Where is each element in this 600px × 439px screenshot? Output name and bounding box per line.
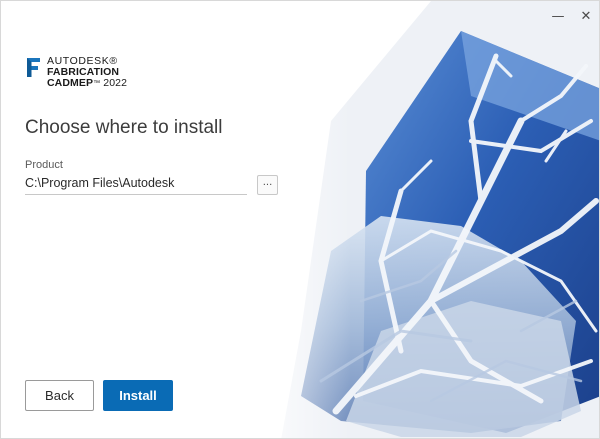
installer-window: — ✕ AUTODESK® FABRICATION CADMEP™ 2022 C… bbox=[0, 0, 600, 439]
close-button[interactable]: ✕ bbox=[575, 7, 597, 25]
install-button[interactable]: Install bbox=[103, 380, 173, 411]
install-path-input[interactable] bbox=[25, 174, 247, 195]
product-logo: AUTODESK® FABRICATION CADMEP™ 2022 bbox=[27, 56, 127, 89]
minimize-button[interactable]: — bbox=[547, 7, 569, 25]
autodesk-f-icon bbox=[27, 58, 40, 77]
page-title: Choose where to install bbox=[25, 117, 223, 138]
product-label: Product bbox=[25, 159, 63, 171]
back-button[interactable]: Back bbox=[25, 380, 94, 411]
browse-button[interactable]: ... bbox=[257, 175, 278, 195]
logo-product-version: CADMEP™ 2022 bbox=[47, 77, 128, 89]
